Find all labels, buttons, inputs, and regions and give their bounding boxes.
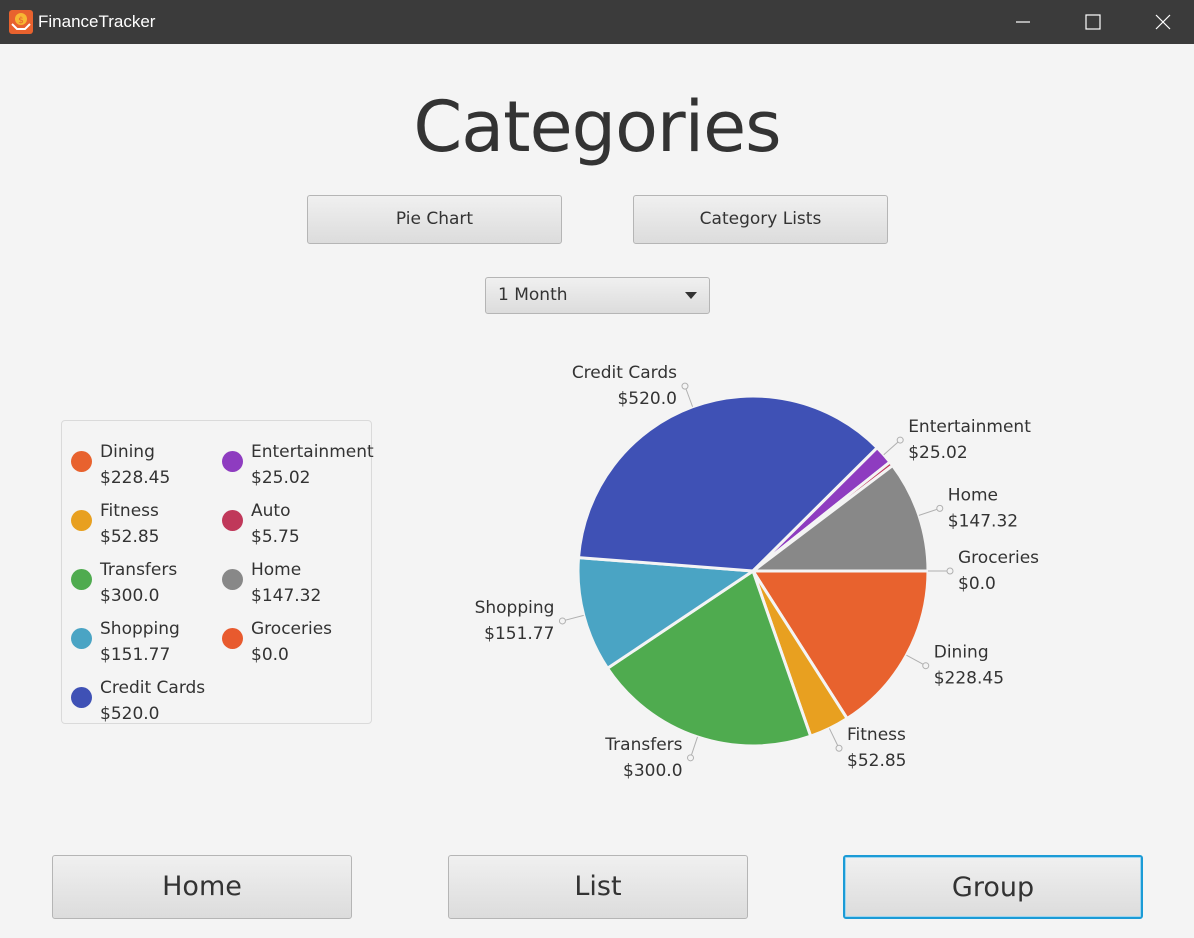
label-anchor-dot — [896, 436, 904, 444]
pie-label: Groceries $0.0 — [958, 548, 1039, 594]
pie-label: Fitness $52.85 — [847, 725, 906, 771]
label-anchor-dot — [922, 662, 930, 670]
pie-label: Credit Cards $520.0 — [572, 363, 677, 409]
label-anchor-dot — [687, 754, 695, 762]
label-anchor-dot — [681, 382, 689, 390]
home-button[interactable]: Home — [52, 855, 352, 919]
pie-label: Shopping $151.77 — [475, 598, 555, 644]
label-anchor-dot — [946, 567, 954, 575]
pie-label: Dining $228.45 — [934, 643, 1004, 689]
pie-label: Entertainment $25.02 — [908, 417, 1031, 463]
pie-label: Home $147.32 — [948, 485, 1018, 531]
group-button[interactable]: Group — [843, 855, 1143, 919]
label-anchor-dot — [835, 744, 843, 752]
label-anchor-dot — [558, 617, 566, 625]
pie-label: Transfers $300.0 — [604, 735, 682, 781]
category-pie-chart: Dining $228.45 Fitness $52.85 Transfers $300.… — [475, 363, 1040, 781]
label-anchor-dot — [936, 504, 944, 512]
list-button[interactable]: List — [448, 855, 748, 919]
